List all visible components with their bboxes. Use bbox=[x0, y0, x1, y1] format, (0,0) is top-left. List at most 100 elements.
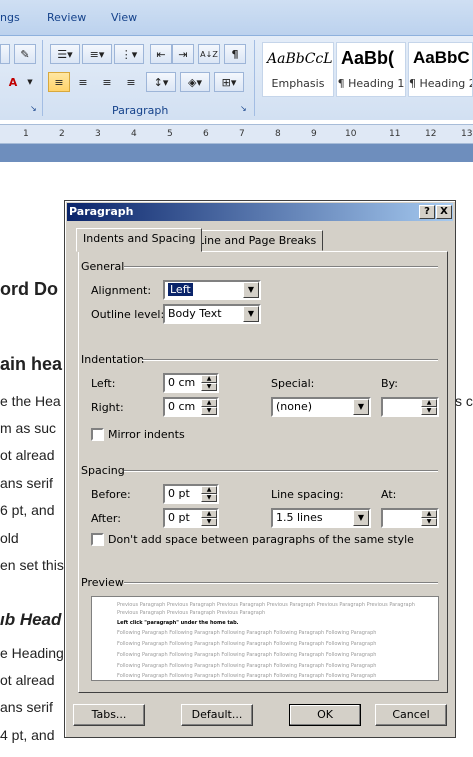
align-right-icon[interactable]: ≡ bbox=[96, 72, 118, 92]
divider bbox=[124, 582, 438, 584]
align-left-icon[interactable]: ≡ bbox=[48, 72, 70, 92]
spin-down-icon[interactable]: ▼ bbox=[421, 518, 437, 526]
line-spacing-label: Line spacing: bbox=[271, 488, 344, 501]
alignment-label: Alignment: bbox=[91, 284, 152, 297]
shading-icon[interactable]: ◈▾ bbox=[180, 72, 210, 92]
style-emphasis[interactable]: AaBbCcL Emphasis bbox=[262, 42, 334, 97]
ribbon-tab-view[interactable]: View bbox=[111, 11, 137, 24]
doc-heading: ord Do bbox=[0, 279, 58, 299]
outline-level-select[interactable]: Body Text ▼ bbox=[163, 304, 261, 324]
by-spinner[interactable]: ▲ ▼ bbox=[381, 397, 439, 417]
align-center-icon[interactable]: ≡ bbox=[72, 72, 94, 92]
justify-icon[interactable]: ≡ bbox=[120, 72, 142, 92]
chevron-down-icon[interactable]: ▼ bbox=[353, 399, 369, 415]
style-sample: AaBbC bbox=[413, 48, 470, 67]
doc-line: e the Hea bbox=[0, 393, 61, 409]
tab-line-and-page-breaks[interactable]: Line and Page Breaks bbox=[191, 230, 324, 251]
spin-up-icon[interactable]: ▲ bbox=[201, 510, 217, 518]
chevron-down-icon[interactable]: ▼ bbox=[243, 306, 259, 322]
special-select[interactable]: (none) ▼ bbox=[271, 397, 371, 417]
style-heading-1[interactable]: AaBb( ¶ Heading 1 bbox=[336, 42, 406, 97]
outline-level-value: Body Text bbox=[168, 307, 222, 320]
cancel-button[interactable]: Cancel bbox=[375, 704, 447, 726]
spin-up-icon[interactable]: ▲ bbox=[421, 510, 437, 518]
special-label: Special: bbox=[271, 377, 315, 390]
mirror-indents-checkbox[interactable] bbox=[91, 428, 104, 441]
line-spacing-icon[interactable]: ↕▾ bbox=[146, 72, 176, 92]
default-button[interactable]: Default... bbox=[181, 704, 253, 726]
ruler-number: 10 bbox=[345, 129, 357, 139]
preview-following-line: Following Paragraph Following Paragraph … bbox=[117, 630, 377, 636]
doc-line: ot alread bbox=[0, 672, 55, 688]
ribbon: ngs Review View ✎ A ▼ ↘ ☰▾ ≡▾ ⋮▾ ⇤ ⇥ A↓Z… bbox=[0, 0, 473, 120]
ruler-number: 4 bbox=[131, 129, 137, 139]
chevron-down-icon[interactable]: ▼ bbox=[353, 510, 369, 526]
bullets-icon[interactable]: ☰▾ bbox=[50, 44, 80, 64]
multilevel-list-icon[interactable]: ⋮▾ bbox=[114, 44, 144, 64]
line-spacing-select[interactable]: 1.5 lines ▼ bbox=[271, 508, 371, 528]
preview-following-line: Following Paragraph Following Paragraph … bbox=[117, 641, 377, 647]
section-indentation: Indentation bbox=[81, 353, 145, 366]
spin-up-icon[interactable]: ▲ bbox=[201, 486, 217, 494]
paragraph-dialog-launcher-icon[interactable]: ↘ bbox=[240, 104, 250, 114]
preview-previous-line: Previous Paragraph Previous Paragraph Pr… bbox=[117, 602, 415, 608]
left-indent-spinner[interactable]: 0 cm ▲ ▼ bbox=[163, 373, 219, 393]
sort-icon[interactable]: A↓Z bbox=[198, 44, 220, 64]
at-spinner[interactable]: ▲ ▼ bbox=[381, 508, 439, 528]
ruler-number: 5 bbox=[167, 129, 173, 139]
section-preview: Preview bbox=[81, 576, 124, 589]
font-size-button[interactable] bbox=[0, 44, 10, 64]
ruler-number: 1 bbox=[23, 129, 29, 139]
style-sample: AaBbCcL bbox=[267, 51, 333, 67]
font-color-icon[interactable]: A bbox=[2, 72, 24, 92]
right-indent-spinner[interactable]: 0 cm ▲ ▼ bbox=[163, 397, 219, 417]
ruler-number: 6 bbox=[203, 129, 209, 139]
borders-icon[interactable]: ⊞▾ bbox=[214, 72, 244, 92]
group-separator bbox=[254, 40, 255, 116]
left-indent-value: 0 cm bbox=[168, 376, 196, 389]
no-space-checkbox[interactable] bbox=[91, 533, 104, 546]
ribbon-tab-review[interactable]: Review bbox=[47, 11, 86, 24]
spin-up-icon[interactable]: ▲ bbox=[201, 375, 217, 383]
at-label: At: bbox=[381, 488, 397, 501]
ok-button[interactable]: OK bbox=[289, 704, 361, 726]
alignment-select[interactable]: Left ▼ bbox=[163, 280, 261, 300]
ruler-number: 9 bbox=[311, 129, 317, 139]
spin-down-icon[interactable]: ▼ bbox=[421, 407, 437, 415]
preview-following-line: Following Paragraph Following Paragraph … bbox=[117, 673, 377, 679]
spacing-before-spinner[interactable]: 0 pt ▲ ▼ bbox=[163, 484, 219, 504]
chevron-down-icon[interactable]: ▼ bbox=[24, 72, 36, 92]
chevron-down-icon[interactable]: ▼ bbox=[243, 282, 259, 298]
spin-up-icon[interactable]: ▲ bbox=[201, 399, 217, 407]
paragraph-preview: Previous Paragraph Previous Paragraph Pr… bbox=[91, 596, 439, 681]
spin-down-icon[interactable]: ▼ bbox=[201, 407, 217, 415]
spacing-after-value: 0 pt bbox=[168, 511, 190, 524]
tab-indents-and-spacing[interactable]: Indents and Spacing bbox=[76, 228, 203, 252]
spin-down-icon[interactable]: ▼ bbox=[201, 518, 217, 526]
horizontal-ruler[interactable]: 1 2 3 4 5 6 7 8 9 10 11 12 13 bbox=[0, 124, 473, 144]
numbering-icon[interactable]: ≡▾ bbox=[82, 44, 112, 64]
help-button[interactable]: ? bbox=[419, 205, 435, 219]
increase-indent-icon[interactable]: ⇥ bbox=[172, 44, 194, 64]
decrease-indent-icon[interactable]: ⇤ bbox=[150, 44, 172, 64]
close-button[interactable]: X bbox=[436, 205, 452, 219]
spin-down-icon[interactable]: ▼ bbox=[201, 494, 217, 502]
section-general: General bbox=[81, 260, 125, 273]
doc-line: ot alread bbox=[0, 447, 55, 463]
ruler-number: 13 bbox=[461, 129, 473, 139]
dialog-title-bar[interactable]: Paragraph ? X bbox=[67, 203, 453, 221]
left-indent-label: Left: bbox=[91, 377, 116, 390]
spin-down-icon[interactable]: ▼ bbox=[201, 383, 217, 391]
ruler-number: 3 bbox=[95, 129, 101, 139]
spacing-after-spinner[interactable]: 0 pt ▲ ▼ bbox=[163, 508, 219, 528]
font-dialog-launcher-icon[interactable]: ↘ bbox=[30, 104, 40, 114]
clear-format-icon[interactable]: ✎ bbox=[14, 44, 36, 64]
preview-previous-line: Previous Paragraph Previous Paragraph Pr… bbox=[117, 610, 266, 616]
ribbon-tab-mailings[interactable]: ngs bbox=[0, 11, 20, 24]
no-space-label: Don't add space between paragraphs of th… bbox=[108, 533, 414, 546]
style-heading-2[interactable]: AaBbC ¶ Heading 2 bbox=[408, 42, 473, 97]
paragraph-group-label: Paragraph bbox=[112, 104, 169, 117]
pilcrow-icon[interactable]: ¶ bbox=[224, 44, 246, 64]
spin-up-icon[interactable]: ▲ bbox=[421, 399, 437, 407]
tabs-button[interactable]: Tabs... bbox=[73, 704, 145, 726]
